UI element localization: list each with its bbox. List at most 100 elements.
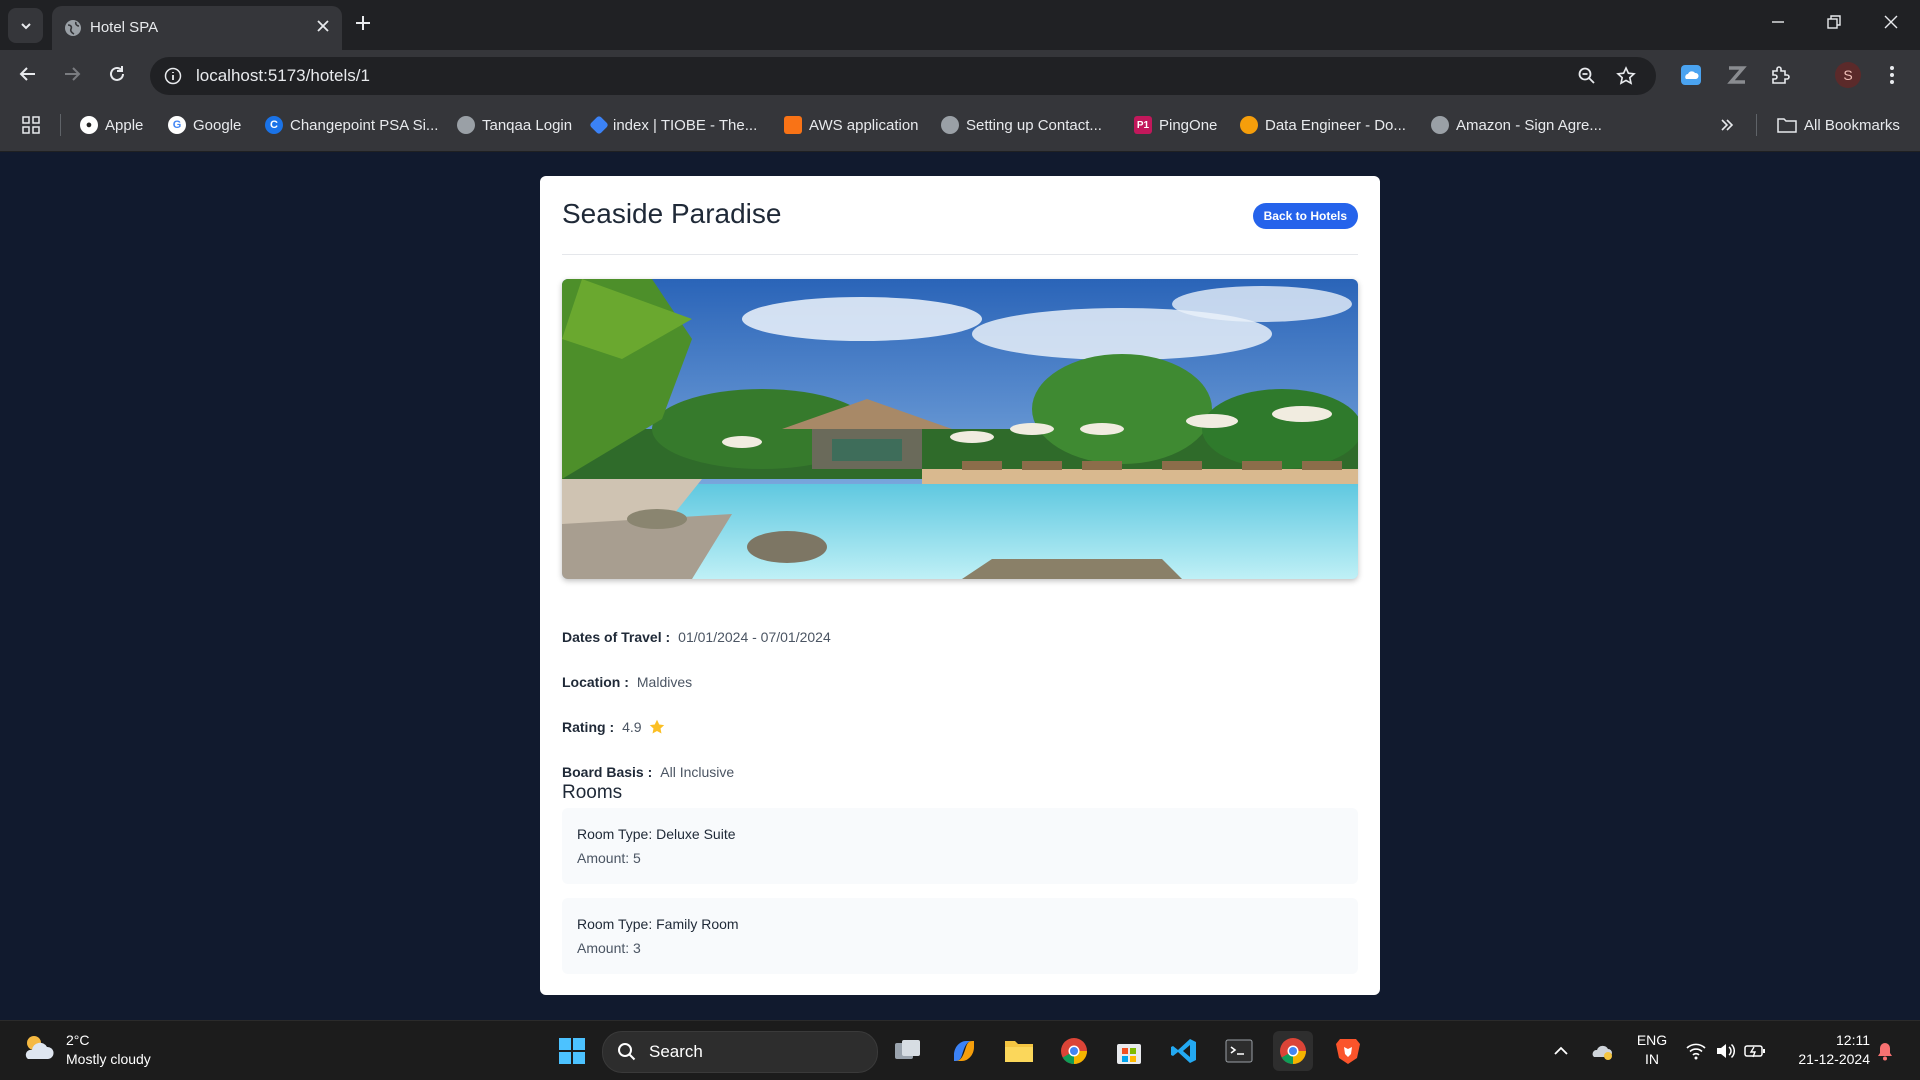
bookmark-star-icon[interactable] bbox=[1616, 66, 1636, 86]
page-viewport: Seaside Paradise Back to Hotels Dates of… bbox=[0, 152, 1920, 1020]
globe-icon bbox=[457, 116, 475, 134]
bookmark-tanqaa[interactable]: Tanqaa Login bbox=[457, 114, 572, 136]
tiobe-icon bbox=[589, 115, 609, 135]
copilot-icon bbox=[954, 1041, 974, 1061]
z-extension-icon[interactable] bbox=[1725, 64, 1747, 86]
hotel-name: Seaside Paradise bbox=[562, 198, 782, 229]
chevron-double-right-icon[interactable] bbox=[1720, 118, 1734, 132]
bookmark-setting-up-contact[interactable]: Setting up Contact... bbox=[941, 114, 1102, 136]
pingone-icon: P1 bbox=[1134, 116, 1152, 134]
forward-arrow-icon[interactable] bbox=[62, 64, 82, 84]
room-type: Room Type: Deluxe Suite bbox=[577, 826, 736, 842]
bookmark-aws[interactable]: AWS application bbox=[784, 114, 919, 136]
data-engineer-icon bbox=[1240, 116, 1258, 134]
reload-icon[interactable] bbox=[107, 64, 127, 84]
aws-icon bbox=[784, 116, 802, 134]
google-icon: G bbox=[168, 116, 186, 134]
bookmark-label: Data Engineer - Do... bbox=[1265, 116, 1406, 134]
board-basis-row: Board Basis : All Inclusive bbox=[562, 764, 734, 780]
browser-toolbar: localhost:5173/hotels/1 S bbox=[0, 50, 1920, 100]
volume-icon[interactable] bbox=[1715, 1042, 1735, 1060]
bookmarks-separator bbox=[1756, 114, 1757, 136]
task-view-button[interactable] bbox=[888, 1031, 928, 1071]
profile-avatar[interactable]: S bbox=[1835, 62, 1861, 88]
onedrive-icon[interactable] bbox=[1590, 1041, 1614, 1061]
folder-icon bbox=[1777, 118, 1797, 133]
bookmark-google[interactable]: G Google bbox=[168, 114, 241, 136]
clock[interactable]: 12:11 21-12-2024 bbox=[1780, 1031, 1870, 1069]
room-amount: Amount: 5 bbox=[577, 850, 641, 866]
battery-icon[interactable] bbox=[1744, 1043, 1766, 1059]
close-icon[interactable] bbox=[316, 19, 330, 33]
temperature: 2°C bbox=[66, 1032, 90, 1048]
menu-kebab-icon[interactable] bbox=[1886, 64, 1898, 86]
bookmark-label: Apple bbox=[105, 116, 144, 134]
star-icon bbox=[649, 719, 664, 734]
bookmarks-bar: ● Apple G Google C Changepoint PSA Si...… bbox=[0, 100, 1920, 152]
back-arrow-icon[interactable] bbox=[18, 64, 38, 84]
apple-icon: ● bbox=[80, 116, 98, 134]
board-basis-value: All Inclusive bbox=[660, 764, 735, 780]
back-to-hotels-button[interactable]: Back to Hotels bbox=[1252, 203, 1358, 229]
chevron-up-icon[interactable] bbox=[1553, 1043, 1569, 1059]
weather-description: Mostly cloudy bbox=[66, 1051, 151, 1067]
wifi-icon[interactable] bbox=[1686, 1042, 1706, 1060]
restore-icon[interactable] bbox=[1826, 14, 1842, 30]
language-label: ENG bbox=[1636, 1032, 1668, 1048]
all-bookmarks-button[interactable]: All Bookmarks bbox=[1777, 114, 1900, 136]
bookmark-data-engineer[interactable]: Data Engineer - Do... bbox=[1240, 114, 1406, 136]
chevron-down-icon bbox=[20, 22, 31, 29]
chrome-button[interactable] bbox=[1054, 1031, 1094, 1071]
chrome-profile-button[interactable] bbox=[1273, 1031, 1313, 1071]
room-amount: Amount: 3 bbox=[577, 940, 641, 956]
bookmark-label: Amazon - Sign Agre... bbox=[1456, 116, 1602, 134]
browser-tab-strip: Hotel SPA bbox=[0, 0, 1920, 50]
microsoft-store-button[interactable] bbox=[1109, 1031, 1149, 1071]
start-button[interactable] bbox=[552, 1031, 592, 1071]
notification-bell-icon[interactable] bbox=[1876, 1041, 1894, 1061]
bookmark-amazon[interactable]: Amazon - Sign Agre... bbox=[1431, 114, 1602, 136]
dates-of-travel-row: Dates of Travel : 01/01/2024 - 07/01/202… bbox=[562, 629, 831, 645]
bookmark-label: Tanqaa Login bbox=[482, 116, 573, 134]
bookmark-label: PingOne bbox=[1159, 116, 1218, 134]
vscode-button[interactable] bbox=[1164, 1031, 1204, 1071]
chrome-icon bbox=[1061, 1038, 1087, 1065]
file-explorer-button[interactable] bbox=[999, 1031, 1039, 1071]
new-tab-icon[interactable] bbox=[354, 14, 372, 32]
bookmark-pingone[interactable]: P1 PingOne bbox=[1134, 114, 1217, 136]
bookmark-label: Google bbox=[193, 116, 242, 134]
address-bar[interactable]: localhost:5173/hotels/1 bbox=[150, 57, 1656, 95]
rooms-heading: Rooms bbox=[562, 782, 623, 803]
copilot-button[interactable] bbox=[944, 1031, 984, 1071]
minimize-icon[interactable] bbox=[1770, 14, 1786, 30]
url-text[interactable]: localhost:5173/hotels/1 bbox=[196, 66, 370, 86]
site-info-icon[interactable] bbox=[164, 67, 182, 85]
search-label: Search bbox=[649, 1042, 703, 1061]
taskbar-search[interactable]: Search bbox=[602, 1031, 878, 1073]
browser-tab[interactable]: Hotel SPA bbox=[52, 6, 342, 50]
zoom-icon[interactable] bbox=[1578, 67, 1596, 85]
bookmark-tiobe[interactable]: index | TIOBE - The... bbox=[589, 114, 758, 136]
task-view-icon bbox=[895, 1040, 920, 1059]
bookmark-label: index | TIOBE - The... bbox=[613, 116, 758, 134]
windows-logo-icon bbox=[559, 1038, 585, 1064]
search-icon bbox=[618, 1043, 636, 1061]
tab-search-button[interactable] bbox=[8, 8, 43, 43]
terminal-button[interactable] bbox=[1219, 1031, 1259, 1071]
room-card: Room Type: Deluxe Suite Amount: 5 bbox=[562, 808, 1358, 884]
apps-grid-icon[interactable] bbox=[22, 116, 40, 134]
language-indicator[interactable]: ENG IN bbox=[1634, 1031, 1670, 1069]
bookmark-label: Changepoint PSA Si... bbox=[290, 116, 439, 134]
rating-label: Rating : bbox=[562, 719, 615, 735]
extensions-puzzle-icon[interactable] bbox=[1770, 64, 1792, 86]
bookmark-changepoint[interactable]: C Changepoint PSA Si... bbox=[265, 114, 438, 136]
globe-icon bbox=[65, 20, 81, 36]
bookmark-apple[interactable]: ● Apple bbox=[80, 114, 143, 136]
windows-taskbar: 2°C Mostly cloudy Search ENG IN 12:11 21… bbox=[0, 1020, 1920, 1080]
weather-widget[interactable]: 2°C Mostly cloudy bbox=[20, 1031, 151, 1069]
rating-row: Rating : 4.9 bbox=[562, 719, 665, 735]
brave-button[interactable] bbox=[1328, 1031, 1368, 1071]
hotel-image bbox=[562, 279, 1358, 579]
cloud-extension-icon[interactable] bbox=[1680, 64, 1702, 86]
close-window-icon[interactable] bbox=[1883, 14, 1899, 30]
